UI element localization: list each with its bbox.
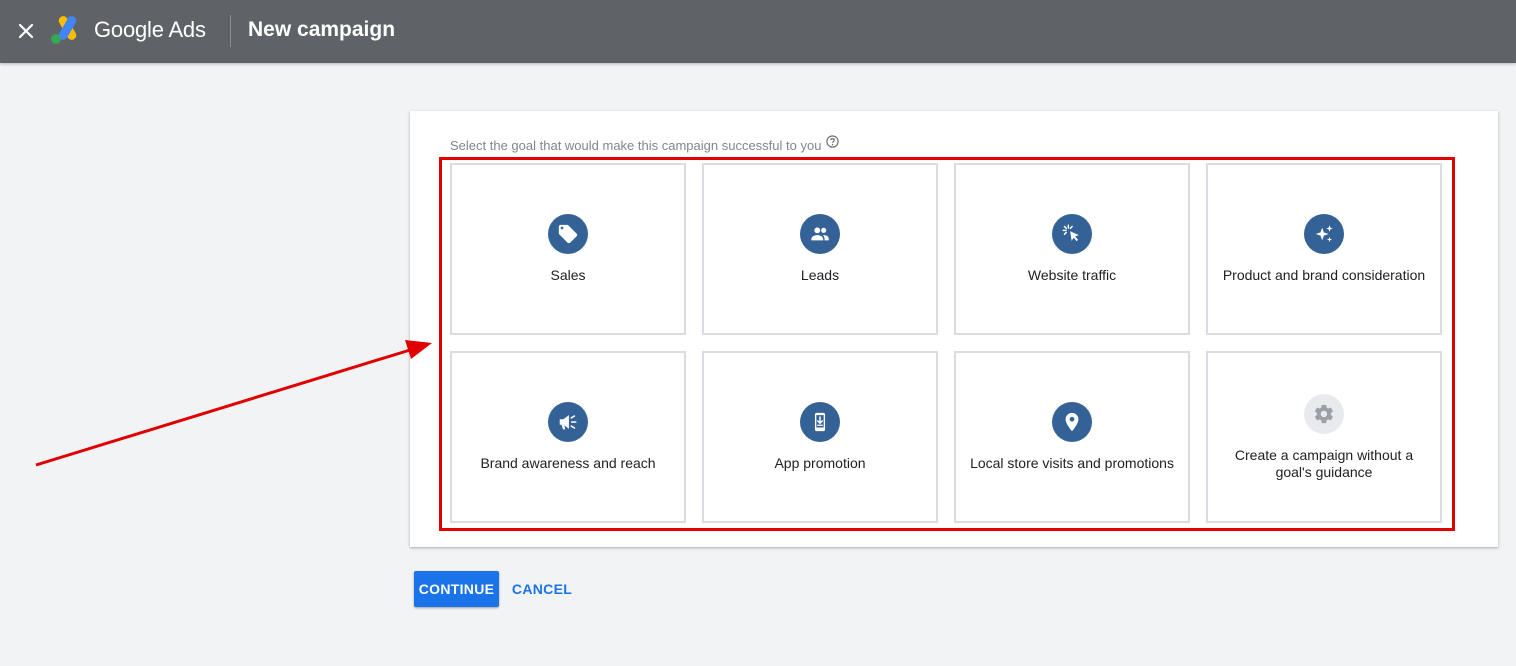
google-ads-logo-icon[interactable] bbox=[50, 15, 82, 45]
goal-tile-product-brand-consideration[interactable]: Product and brand consideration bbox=[1206, 163, 1442, 335]
people-icon bbox=[800, 214, 840, 254]
tag-icon bbox=[548, 214, 588, 254]
goal-label: Product and brand consideration bbox=[1222, 267, 1426, 283]
brand-name: Google Ads bbox=[94, 17, 206, 42]
goal-tile-website-traffic[interactable]: Website traffic bbox=[954, 163, 1190, 335]
megaphone-icon bbox=[548, 402, 588, 442]
goal-prompt-text: Select the goal that would make this cam… bbox=[450, 138, 822, 153]
goal-tile-leads[interactable]: Leads bbox=[702, 163, 938, 335]
phone-download-icon bbox=[800, 402, 840, 442]
help-circle-icon[interactable] bbox=[826, 134, 840, 151]
goal-prompt: Select the goal that would make this cam… bbox=[450, 134, 840, 153]
goal-label: Local store visits and promotions bbox=[970, 455, 1174, 471]
location-pin-icon bbox=[1052, 402, 1092, 442]
cancel-button[interactable]: CANCEL bbox=[507, 571, 577, 607]
continue-button[interactable]: CONTINUE bbox=[414, 571, 499, 607]
sparkle-icon bbox=[1304, 214, 1344, 254]
topbar-divider bbox=[230, 15, 231, 47]
goal-grid: Sales Leads Website traffic Product and … bbox=[450, 163, 1442, 523]
page-title: New campaign bbox=[248, 18, 396, 41]
goal-label: Website traffic bbox=[1027, 267, 1117, 283]
goal-tile-no-goal[interactable]: Create a campaign without a goal's guida… bbox=[1206, 351, 1442, 523]
goal-tile-brand-awareness-reach[interactable]: Brand awareness and reach bbox=[450, 351, 686, 523]
goal-label: Brand awareness and reach bbox=[480, 455, 656, 471]
close-icon[interactable] bbox=[14, 19, 38, 43]
goal-tile-local-store-visits[interactable]: Local store visits and promotions bbox=[954, 351, 1190, 523]
goal-label: Sales bbox=[550, 267, 586, 283]
goal-tile-app-promotion[interactable]: App promotion bbox=[702, 351, 938, 523]
goal-label: App promotion bbox=[774, 455, 866, 471]
gear-icon bbox=[1304, 393, 1344, 434]
goal-label: Leads bbox=[800, 267, 840, 283]
cursor-click-icon bbox=[1052, 214, 1092, 254]
top-bar: Google Ads New campaign bbox=[0, 0, 1516, 63]
goal-label: Create a campaign without a goal's guida… bbox=[1234, 446, 1414, 480]
goal-selection-card: Select the goal that would make this cam… bbox=[410, 111, 1498, 547]
goal-tile-sales[interactable]: Sales bbox=[450, 163, 686, 335]
